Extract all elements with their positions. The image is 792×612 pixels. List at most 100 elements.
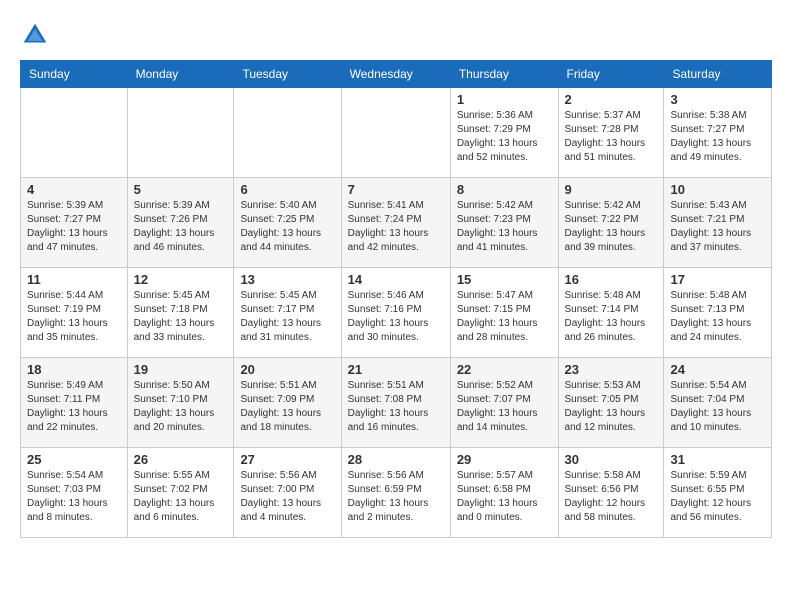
day-number: 9	[565, 182, 658, 197]
day-info: Sunrise: 5:39 AM Sunset: 7:27 PM Dayligh…	[27, 199, 121, 255]
day-number: 15	[457, 272, 552, 287]
day-number: 6	[240, 182, 334, 197]
day-number: 25	[27, 452, 121, 467]
table-row: 19 Sunrise: 5:50 AM Sunset: 7:10 PM Dayli…	[127, 358, 234, 448]
day-info: Sunrise: 5:41 AM Sunset: 7:24 PM Dayligh…	[348, 199, 444, 255]
calendar-table: SundayMondayTuesdayWednesdayThursdayFrid…	[20, 60, 772, 538]
column-header-thursday: Thursday	[450, 61, 558, 88]
day-info: Sunrise: 5:57 AM Sunset: 6:58 PM Dayligh…	[457, 469, 552, 525]
table-row	[341, 88, 450, 178]
calendar-week-row: 4Sunrise: 5:39 AM Sunset: 7:27 PM Daylig…	[21, 178, 772, 268]
day-info: Sunrise: 5:45 AM Sunset: 7:17 PM Dayligh…	[240, 289, 334, 345]
day-number: 14	[348, 272, 444, 287]
table-row: 26 Sunrise: 5:55 AM Sunset: 7:02 PM Dayli…	[127, 448, 234, 538]
day-info: Sunrise: 5:46 AM Sunset: 7:16 PM Dayligh…	[348, 289, 444, 345]
table-row: 3 Sunrise: 5:38 AM Sunset: 7:27 PM Daylig…	[664, 88, 772, 178]
day-info: Sunrise: 5:45 AM Sunset: 7:18 PM Dayligh…	[134, 289, 228, 345]
day-info: Sunrise: 5:55 AM Sunset: 7:02 PM Dayligh…	[134, 469, 228, 525]
table-row: 7Sunrise: 5:41 AM Sunset: 7:24 PM Daylig…	[341, 178, 450, 268]
table-row: 23 Sunrise: 5:53 AM Sunset: 7:05 PM Dayli…	[558, 358, 664, 448]
day-number: 18	[27, 362, 121, 377]
day-info: Sunrise: 5:47 AM Sunset: 7:15 PM Dayligh…	[457, 289, 552, 345]
day-number: 11	[27, 272, 121, 287]
table-row: 18 Sunrise: 5:49 AM Sunset: 7:11 PM Dayli…	[21, 358, 128, 448]
column-header-monday: Monday	[127, 61, 234, 88]
column-header-saturday: Saturday	[664, 61, 772, 88]
table-row: 8 Sunrise: 5:42 AM Sunset: 7:23 PM Daylig…	[450, 178, 558, 268]
day-number: 22	[457, 362, 552, 377]
table-row: 12 Sunrise: 5:45 AM Sunset: 7:18 PM Dayli…	[127, 268, 234, 358]
day-info: Sunrise: 5:42 AM Sunset: 7:23 PM Dayligh…	[457, 199, 552, 255]
day-info: Sunrise: 5:37 AM Sunset: 7:28 PM Dayligh…	[565, 109, 658, 165]
day-info: Sunrise: 5:48 AM Sunset: 7:14 PM Dayligh…	[565, 289, 658, 345]
day-info: Sunrise: 5:56 AM Sunset: 7:00 PM Dayligh…	[240, 469, 334, 525]
table-row: 10 Sunrise: 5:43 AM Sunset: 7:21 PM Dayli…	[664, 178, 772, 268]
calendar-header-row: SundayMondayTuesdayWednesdayThursdayFrid…	[21, 61, 772, 88]
logo	[20, 20, 54, 50]
day-number: 21	[348, 362, 444, 377]
day-number: 24	[670, 362, 765, 377]
calendar-week-row: 1Sunrise: 5:36 AM Sunset: 7:29 PM Daylig…	[21, 88, 772, 178]
day-number: 17	[670, 272, 765, 287]
day-number: 13	[240, 272, 334, 287]
calendar-week-row: 11 Sunrise: 5:44 AM Sunset: 7:19 PM Dayli…	[21, 268, 772, 358]
table-row: 30 Sunrise: 5:58 AM Sunset: 6:56 PM Dayli…	[558, 448, 664, 538]
day-info: Sunrise: 5:54 AM Sunset: 7:04 PM Dayligh…	[670, 379, 765, 435]
table-row: 5 Sunrise: 5:39 AM Sunset: 7:26 PM Daylig…	[127, 178, 234, 268]
day-number: 19	[134, 362, 228, 377]
table-row: 4Sunrise: 5:39 AM Sunset: 7:27 PM Daylig…	[21, 178, 128, 268]
day-info: Sunrise: 5:36 AM Sunset: 7:29 PM Dayligh…	[457, 109, 552, 165]
table-row: 13 Sunrise: 5:45 AM Sunset: 7:17 PM Dayli…	[234, 268, 341, 358]
table-row: 22 Sunrise: 5:52 AM Sunset: 7:07 PM Dayli…	[450, 358, 558, 448]
day-number: 3	[670, 92, 765, 107]
day-number: 20	[240, 362, 334, 377]
table-row	[127, 88, 234, 178]
day-info: Sunrise: 5:42 AM Sunset: 7:22 PM Dayligh…	[565, 199, 658, 255]
table-row: 25 Sunrise: 5:54 AM Sunset: 7:03 PM Dayli…	[21, 448, 128, 538]
day-number: 10	[670, 182, 765, 197]
table-row: 6 Sunrise: 5:40 AM Sunset: 7:25 PM Daylig…	[234, 178, 341, 268]
table-row: 14 Sunrise: 5:46 AM Sunset: 7:16 PM Dayli…	[341, 268, 450, 358]
day-info: Sunrise: 5:59 AM Sunset: 6:55 PM Dayligh…	[670, 469, 765, 525]
table-row: 31 Sunrise: 5:59 AM Sunset: 6:55 PM Dayli…	[664, 448, 772, 538]
day-info: Sunrise: 5:40 AM Sunset: 7:25 PM Dayligh…	[240, 199, 334, 255]
table-row: 29Sunrise: 5:57 AM Sunset: 6:58 PM Dayli…	[450, 448, 558, 538]
table-row: 1Sunrise: 5:36 AM Sunset: 7:29 PM Daylig…	[450, 88, 558, 178]
day-info: Sunrise: 5:52 AM Sunset: 7:07 PM Dayligh…	[457, 379, 552, 435]
day-info: Sunrise: 5:48 AM Sunset: 7:13 PM Dayligh…	[670, 289, 765, 345]
page-header	[20, 20, 772, 50]
logo-icon	[20, 20, 50, 50]
day-info: Sunrise: 5:58 AM Sunset: 6:56 PM Dayligh…	[565, 469, 658, 525]
calendar-week-row: 18 Sunrise: 5:49 AM Sunset: 7:11 PM Dayli…	[21, 358, 772, 448]
day-info: Sunrise: 5:39 AM Sunset: 7:26 PM Dayligh…	[134, 199, 228, 255]
column-header-wednesday: Wednesday	[341, 61, 450, 88]
day-info: Sunrise: 5:51 AM Sunset: 7:08 PM Dayligh…	[348, 379, 444, 435]
day-info: Sunrise: 5:56 AM Sunset: 6:59 PM Dayligh…	[348, 469, 444, 525]
day-number: 26	[134, 452, 228, 467]
day-number: 2	[565, 92, 658, 107]
day-number: 5	[134, 182, 228, 197]
day-number: 28	[348, 452, 444, 467]
column-header-friday: Friday	[558, 61, 664, 88]
table-row: 28 Sunrise: 5:56 AM Sunset: 6:59 PM Dayli…	[341, 448, 450, 538]
day-info: Sunrise: 5:53 AM Sunset: 7:05 PM Dayligh…	[565, 379, 658, 435]
table-row	[234, 88, 341, 178]
day-number: 8	[457, 182, 552, 197]
day-number: 12	[134, 272, 228, 287]
column-header-sunday: Sunday	[21, 61, 128, 88]
day-number: 23	[565, 362, 658, 377]
table-row: 16 Sunrise: 5:48 AM Sunset: 7:14 PM Dayli…	[558, 268, 664, 358]
day-info: Sunrise: 5:44 AM Sunset: 7:19 PM Dayligh…	[27, 289, 121, 345]
day-number: 16	[565, 272, 658, 287]
day-number: 31	[670, 452, 765, 467]
day-info: Sunrise: 5:43 AM Sunset: 7:21 PM Dayligh…	[670, 199, 765, 255]
day-info: Sunrise: 5:49 AM Sunset: 7:11 PM Dayligh…	[27, 379, 121, 435]
calendar-week-row: 25 Sunrise: 5:54 AM Sunset: 7:03 PM Dayli…	[21, 448, 772, 538]
day-info: Sunrise: 5:54 AM Sunset: 7:03 PM Dayligh…	[27, 469, 121, 525]
day-info: Sunrise: 5:50 AM Sunset: 7:10 PM Dayligh…	[134, 379, 228, 435]
day-info: Sunrise: 5:38 AM Sunset: 7:27 PM Dayligh…	[670, 109, 765, 165]
table-row: 11 Sunrise: 5:44 AM Sunset: 7:19 PM Dayli…	[21, 268, 128, 358]
day-info: Sunrise: 5:51 AM Sunset: 7:09 PM Dayligh…	[240, 379, 334, 435]
table-row: 17 Sunrise: 5:48 AM Sunset: 7:13 PM Dayli…	[664, 268, 772, 358]
day-number: 30	[565, 452, 658, 467]
